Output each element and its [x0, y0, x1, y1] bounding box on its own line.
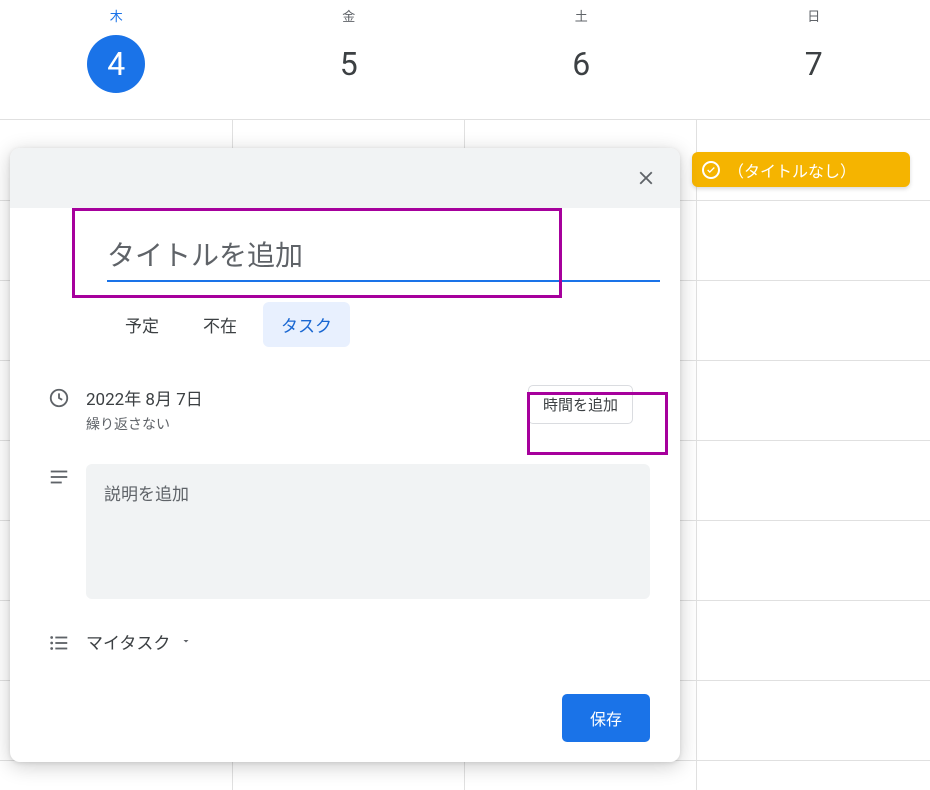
- chevron-down-icon: [180, 632, 192, 652]
- repeat-text[interactable]: 繰り返さない: [86, 414, 203, 434]
- day-label: 金: [342, 6, 355, 25]
- create-task-modal: 予定 不在 タスク 2022年 8月 7日 繰り返さない 時間を追加 マイタスク: [10, 148, 680, 762]
- close-icon: [635, 167, 657, 189]
- task-list-select[interactable]: マイタスク: [86, 629, 192, 654]
- clock-icon: [48, 385, 86, 409]
- add-time-button[interactable]: 時間を追加: [528, 385, 633, 424]
- task-chip-untitled[interactable]: （タイトルなし）: [692, 152, 910, 187]
- calendar-header: 木 4 金 5 土 6 日 7: [0, 0, 930, 120]
- day-label: 土: [575, 6, 588, 25]
- description-icon: [48, 464, 86, 488]
- description-row: [10, 464, 680, 599]
- day-number[interactable]: 4: [87, 35, 145, 93]
- modal-header: [10, 148, 680, 208]
- day-number[interactable]: 6: [552, 35, 610, 93]
- day-label: 木: [110, 6, 123, 25]
- task-chip-label: （タイトルなし）: [728, 158, 856, 182]
- save-button[interactable]: 保存: [562, 694, 650, 742]
- description-input[interactable]: [86, 464, 650, 599]
- check-circle-icon: [702, 161, 720, 179]
- date-text[interactable]: 2022年 8月 7日: [86, 385, 203, 410]
- title-input[interactable]: [107, 236, 660, 282]
- tab-ooo[interactable]: 不在: [185, 302, 255, 347]
- modal-footer: 保存: [10, 694, 680, 742]
- task-list-row: マイタスク: [10, 629, 680, 654]
- day-number[interactable]: 7: [785, 35, 843, 93]
- tab-task[interactable]: タスク: [263, 302, 350, 347]
- calendar-day-col[interactable]: 木 4: [0, 0, 233, 119]
- day-number[interactable]: 5: [320, 35, 378, 93]
- date-row: 2022年 8月 7日 繰り返さない 時間を追加: [10, 385, 680, 434]
- calendar-day-col[interactable]: 日 7: [698, 0, 930, 119]
- type-tabs: 予定 不在 タスク: [107, 302, 680, 347]
- close-button[interactable]: [630, 162, 662, 194]
- task-list-label: マイタスク: [86, 629, 170, 654]
- list-icon: [48, 630, 86, 654]
- day-label: 日: [807, 6, 820, 25]
- tab-event[interactable]: 予定: [107, 302, 177, 347]
- calendar-day-col[interactable]: 土 6: [465, 0, 698, 119]
- calendar-day-col[interactable]: 金 5: [233, 0, 466, 119]
